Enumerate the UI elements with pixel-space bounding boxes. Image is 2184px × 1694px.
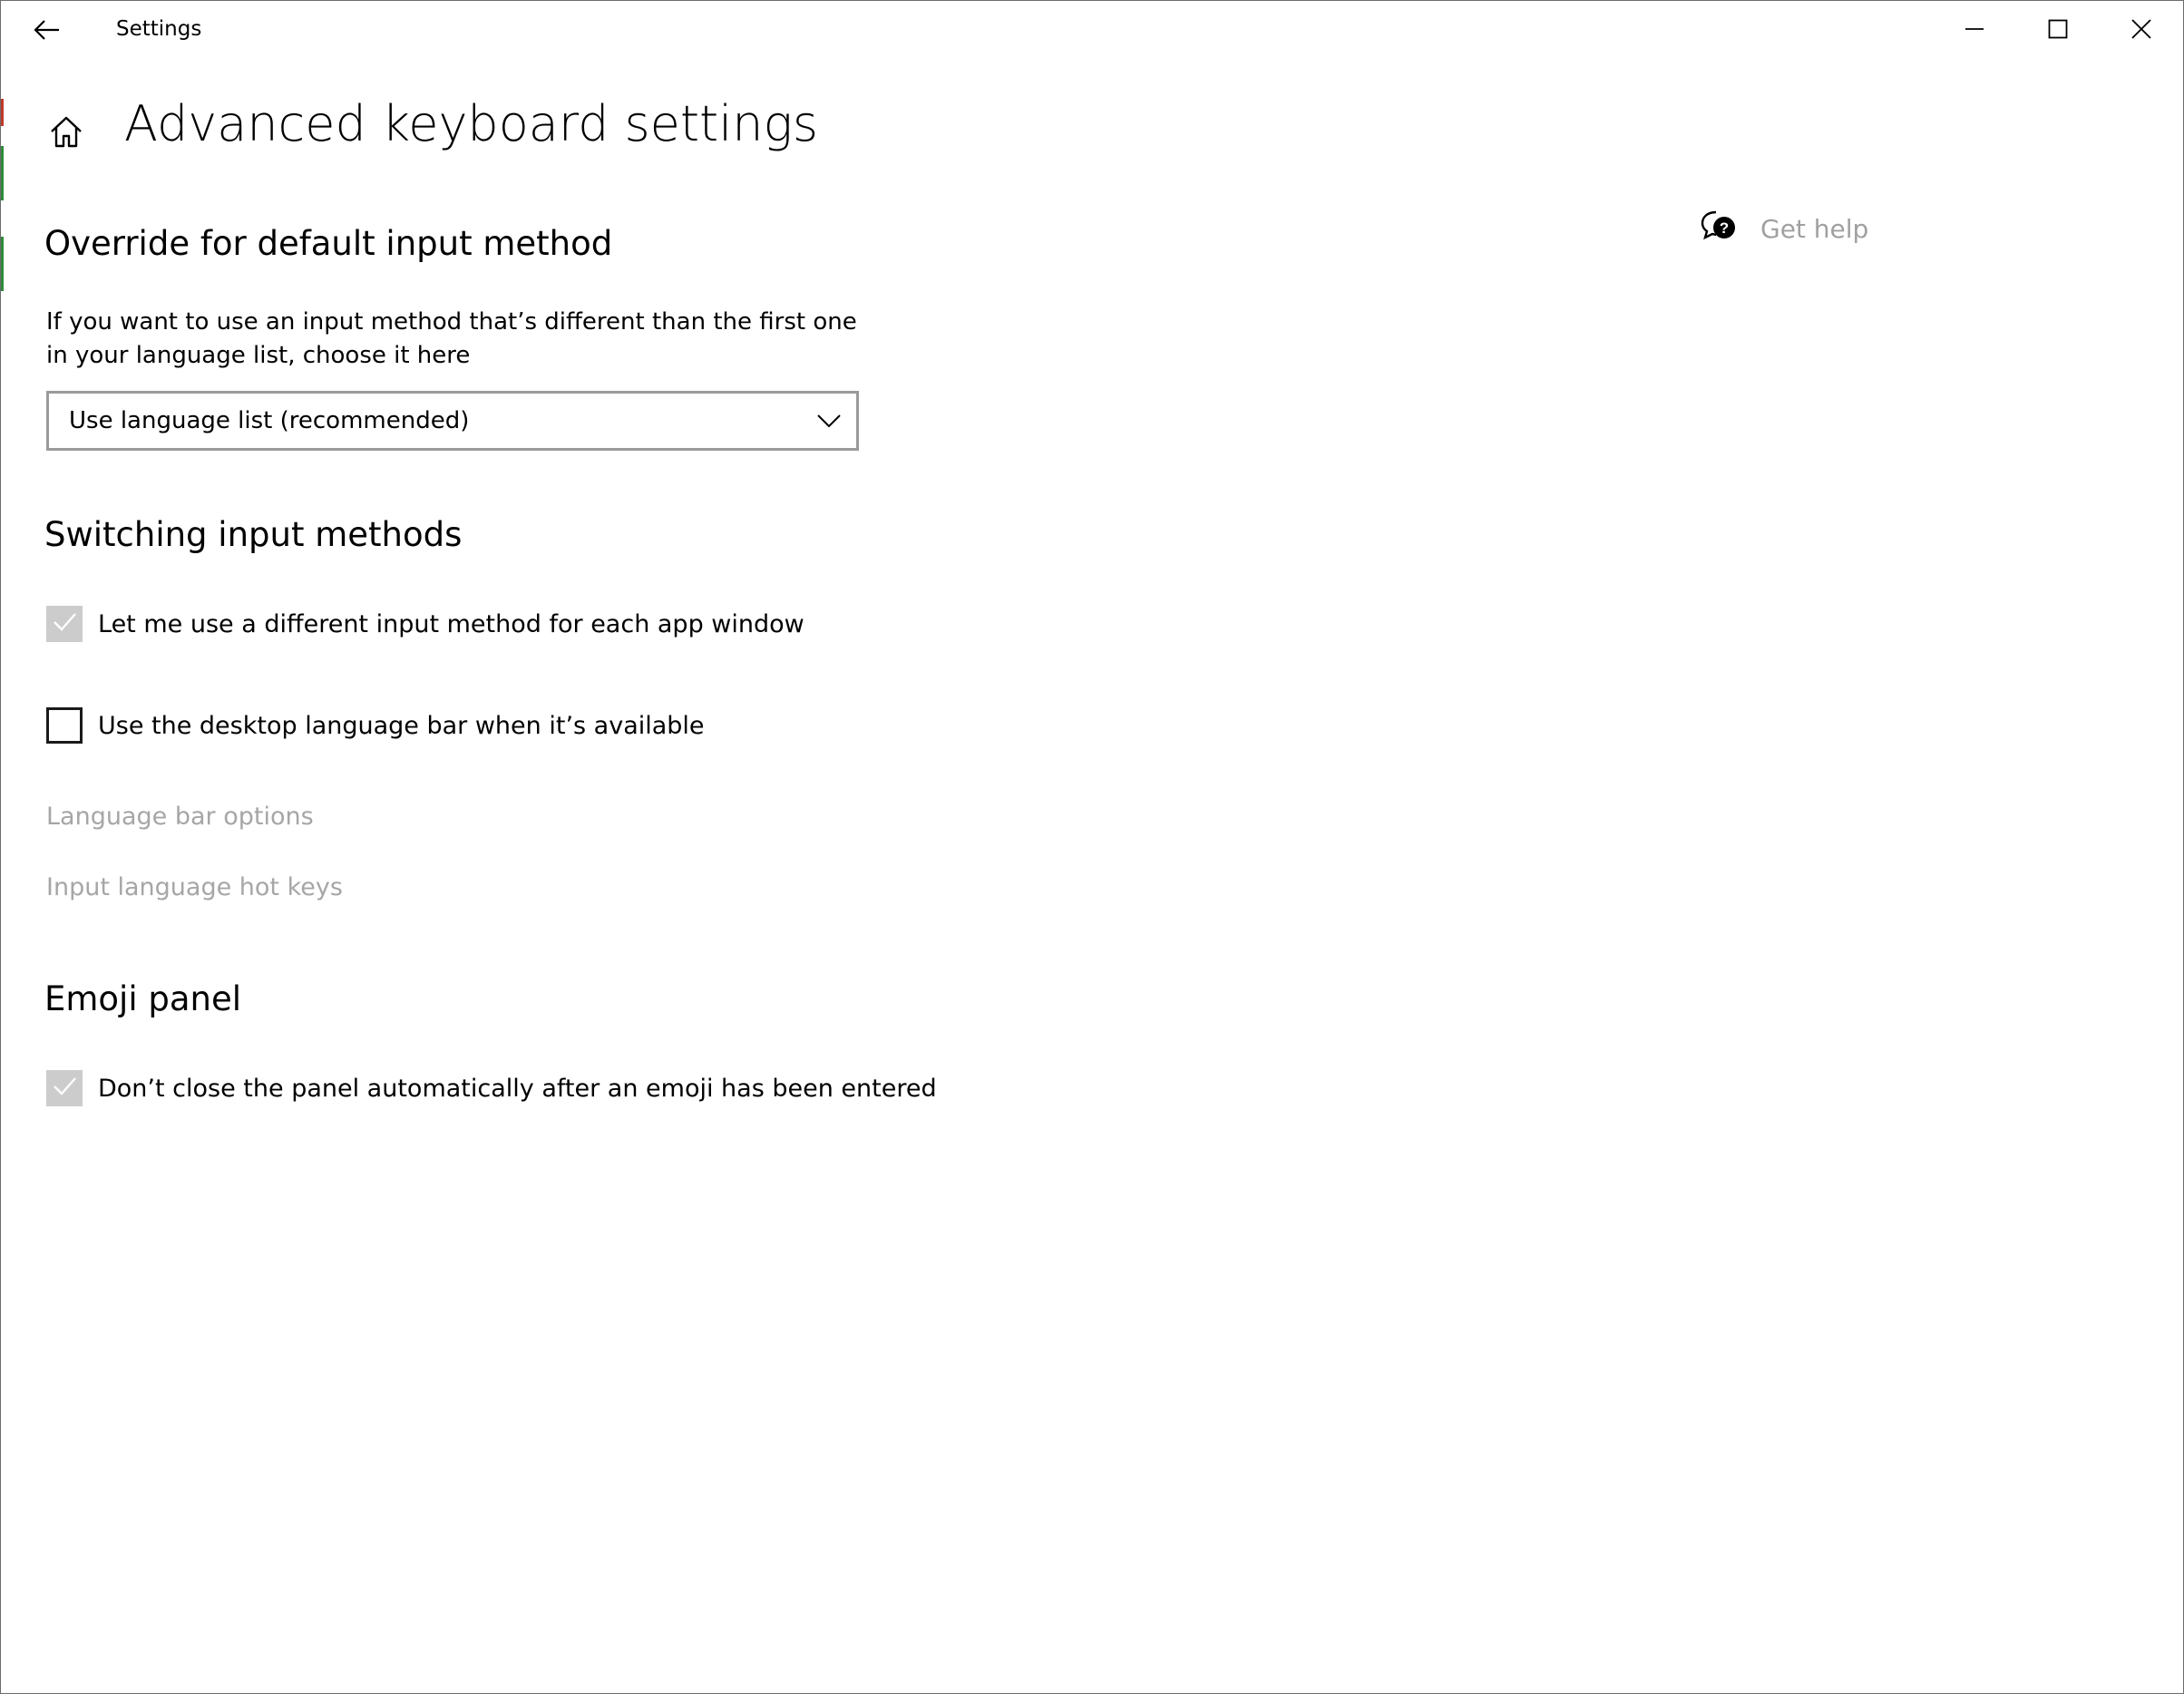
edge-strip-red bbox=[1, 99, 4, 126]
app-title: Settings bbox=[116, 17, 202, 41]
chevron-down-icon bbox=[814, 406, 843, 435]
checkmark-icon bbox=[51, 608, 78, 639]
home-button[interactable] bbox=[41, 108, 92, 159]
page-title: Advanced keyboard settings bbox=[124, 95, 818, 152]
get-help-link[interactable]: ? Get help bbox=[1701, 209, 1868, 248]
edge-strip-green-2 bbox=[1, 237, 4, 291]
checkbox-label: Use the desktop language bar when it’s a… bbox=[98, 711, 705, 740]
minimize-button[interactable] bbox=[1933, 1, 2016, 61]
checkbox-label: Let me use a different input method for … bbox=[98, 609, 804, 638]
checkbox-per-app-input[interactable]: Let me use a different input method for … bbox=[46, 606, 804, 642]
close-icon bbox=[2131, 19, 2151, 43]
checkbox-box[interactable] bbox=[46, 1070, 83, 1106]
home-icon bbox=[48, 113, 84, 153]
checkbox-box[interactable] bbox=[46, 707, 83, 744]
back-button[interactable] bbox=[21, 6, 73, 57]
checkbox-desktop-language-bar[interactable]: Use the desktop language bar when it’s a… bbox=[46, 707, 705, 744]
checkbox-label: Don’t close the panel automatically afte… bbox=[98, 1074, 937, 1103]
override-section-title: Override for default input method bbox=[44, 224, 613, 263]
checkbox-emoji-panel-keep-open[interactable]: Don’t close the panel automatically afte… bbox=[46, 1070, 937, 1106]
minimize-icon bbox=[1965, 19, 1984, 43]
checkmark-icon bbox=[51, 1073, 78, 1104]
get-help-label: Get help bbox=[1760, 213, 1869, 244]
close-button[interactable] bbox=[2100, 1, 2183, 61]
override-description: If you want to use an input method that’… bbox=[46, 308, 857, 369]
emoji-section-title: Emoji panel bbox=[44, 979, 242, 1018]
dropdown-selected-value: Use language list (recommended) bbox=[69, 407, 470, 434]
edge-strip-green bbox=[1, 146, 4, 200]
settings-window: Settings Advanced keyboard settings ? Ge… bbox=[0, 0, 2184, 1694]
maximize-icon bbox=[2048, 19, 2068, 43]
maximize-button[interactable] bbox=[2016, 1, 2100, 61]
back-arrow-icon bbox=[34, 19, 61, 44]
input-language-hot-keys-link[interactable]: Input language hot keys bbox=[46, 873, 343, 901]
chat-help-icon: ? bbox=[1701, 209, 1737, 248]
svg-text:?: ? bbox=[1720, 219, 1729, 237]
input-method-dropdown[interactable]: Use language list (recommended) bbox=[46, 391, 859, 451]
title-bar: Settings bbox=[1, 1, 2183, 61]
language-bar-options-link[interactable]: Language bar options bbox=[46, 803, 314, 831]
checkbox-box[interactable] bbox=[46, 606, 83, 642]
switching-section-title: Switching input methods bbox=[44, 515, 463, 554]
